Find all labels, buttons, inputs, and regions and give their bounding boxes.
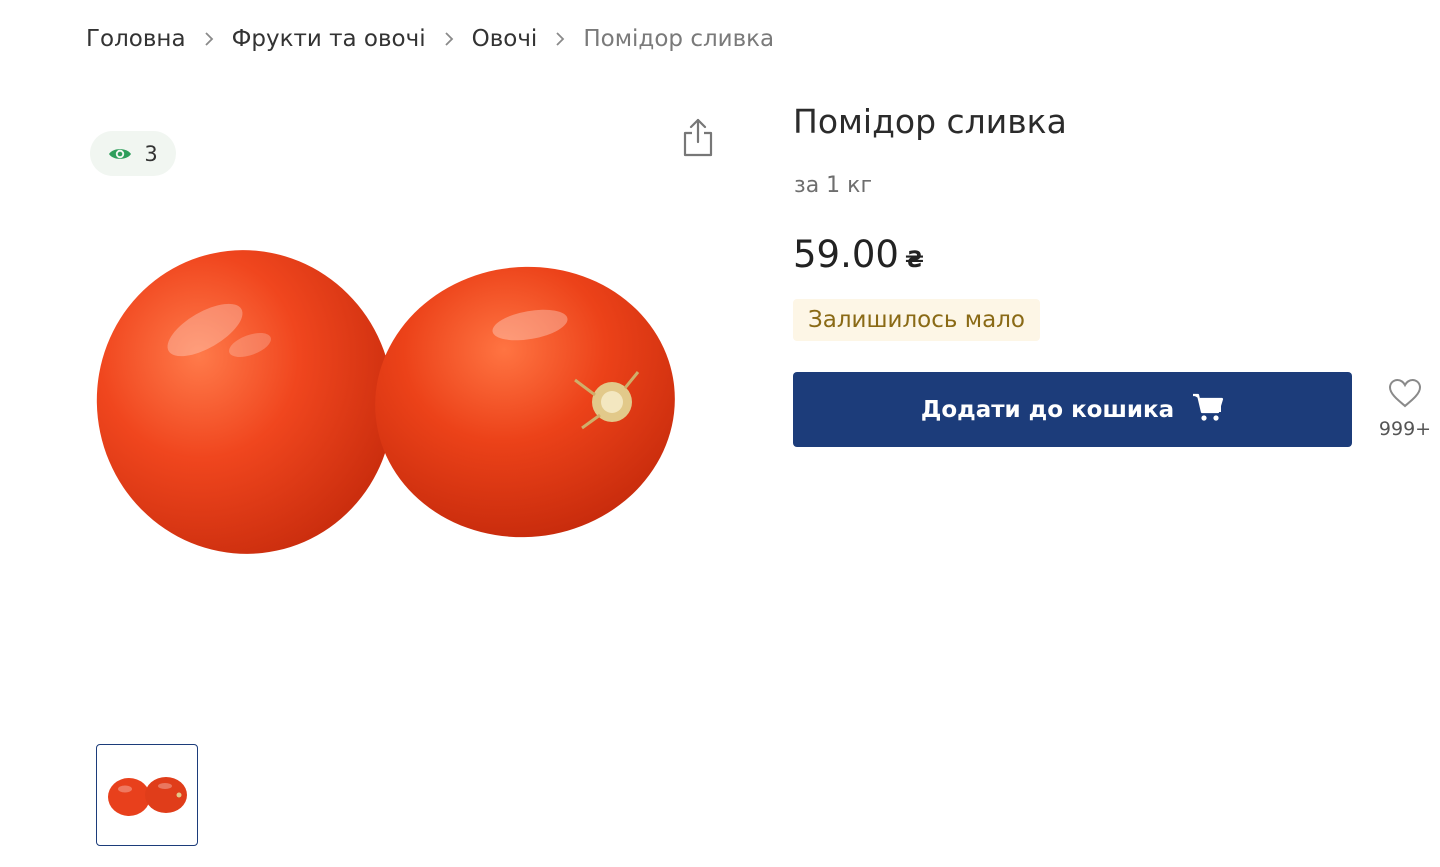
views-badge: 3: [90, 131, 176, 176]
wishlist-button[interactable]: 999+: [1374, 378, 1436, 440]
chevron-right-icon: [186, 32, 232, 46]
breadcrumb-current: Помідор сливка: [583, 26, 775, 52]
product-title: Помідор сливка: [793, 102, 1067, 141]
breadcrumb-vegetables[interactable]: Овочі: [472, 26, 538, 52]
product-image[interactable]: [90, 230, 690, 570]
breadcrumb: Головна Фрукти та овочі Овочі Помідор сл…: [86, 22, 774, 56]
chevron-right-icon: [426, 32, 472, 46]
eye-icon: [108, 146, 132, 162]
product-page: Головна Фрукти та овочі Овочі Помідор сл…: [0, 0, 1440, 867]
views-count: 3: [144, 141, 158, 166]
price: 59.00 ₴: [793, 233, 924, 276]
stock-status-label: Залишилось мало: [808, 307, 1025, 333]
thumbnail-image[interactable]: [96, 744, 198, 846]
cart-icon: [1192, 392, 1224, 428]
price-currency: ₴: [904, 248, 924, 273]
heart-icon: [1388, 378, 1422, 412]
stock-status-badge: Залишилось мало: [793, 299, 1040, 341]
breadcrumb-home[interactable]: Головна: [86, 26, 186, 52]
product-unit: за 1 кг: [794, 173, 873, 198]
price-value: 59.00: [793, 233, 899, 276]
share-button[interactable]: [680, 117, 716, 159]
chevron-right-icon: [537, 32, 583, 46]
add-to-cart-button[interactable]: Додати до кошика: [793, 372, 1352, 447]
share-icon: [683, 118, 713, 157]
add-to-cart-label: Додати до кошика: [920, 396, 1175, 423]
wishlist-count: 999+: [1378, 418, 1432, 440]
breadcrumb-fruits-vegetables[interactable]: Фрукти та овочі: [232, 26, 426, 52]
